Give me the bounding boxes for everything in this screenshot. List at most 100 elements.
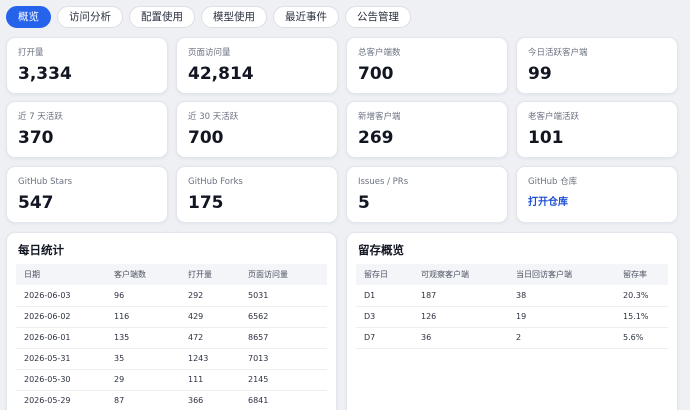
table-row: D3 126 19 15.1% bbox=[356, 306, 668, 328]
stat-value: 269 bbox=[358, 128, 394, 148]
stat-label: 老客户端活跃 bbox=[528, 112, 580, 122]
panel-title: 每日统计 bbox=[18, 243, 64, 257]
stat-value: 700 bbox=[358, 64, 394, 84]
table-cell: 20.3% bbox=[615, 285, 668, 307]
table-cell: 126 bbox=[413, 306, 508, 328]
table-cell: 2 bbox=[508, 327, 615, 349]
stat-card-issues-prs: Issues / PRs 5 bbox=[346, 166, 508, 223]
stat-label: 近 7 天活跃 bbox=[18, 112, 63, 122]
table-row: 2026-06-01 135 472 8657 bbox=[16, 327, 327, 349]
column-header: 当日回访客户端 bbox=[508, 264, 615, 285]
table-header-row: 日期 客户端数 打开量 页面访问量 bbox=[16, 264, 327, 285]
tab-model-usage[interactable]: 模型使用 bbox=[201, 6, 267, 28]
table-cell: 7013 bbox=[240, 348, 327, 370]
column-header: 页面访问量 bbox=[240, 264, 327, 285]
table-cell: 8657 bbox=[240, 327, 327, 349]
stat-label: 页面访问量 bbox=[188, 48, 231, 58]
table-row: 2026-06-03 96 292 5031 bbox=[16, 285, 327, 307]
table-cell: 6562 bbox=[240, 306, 327, 328]
table-cell: 5031 bbox=[240, 285, 327, 307]
stat-label: Issues / PRs bbox=[358, 177, 409, 187]
stat-label: 打开量 bbox=[18, 48, 44, 58]
table-cell: 366 bbox=[180, 390, 240, 410]
stat-card-opens: 打开量 3,334 bbox=[6, 37, 168, 94]
table-header-row: 留存日 可观察客户端 当日回访客户端 留存率 bbox=[356, 264, 668, 285]
stat-value: 547 bbox=[18, 193, 54, 213]
stat-label: 今日活跃客户端 bbox=[528, 48, 588, 58]
table-cell: 2026-05-29 bbox=[16, 390, 106, 410]
stat-label: 总客户端数 bbox=[358, 48, 401, 58]
table-cell: 36 bbox=[413, 327, 508, 349]
stat-card-new-clients: 新增客户端 269 bbox=[346, 101, 508, 158]
table-row: 2026-06-02 116 429 6562 bbox=[16, 306, 327, 328]
table-row: 2026-05-31 35 1243 7013 bbox=[16, 348, 327, 370]
stat-value: 42,814 bbox=[188, 64, 254, 84]
table-cell: 38 bbox=[508, 285, 615, 307]
column-header: 客户端数 bbox=[106, 264, 180, 285]
table-cell: 15.1% bbox=[615, 306, 668, 328]
panel-title: 留存概览 bbox=[358, 243, 404, 257]
stat-card-github-forks: GitHub Forks 175 bbox=[176, 166, 338, 223]
table-cell: 35 bbox=[106, 348, 180, 370]
stat-card-returning-active: 老客户端活跃 101 bbox=[516, 101, 678, 158]
table-cell: 2026-06-02 bbox=[16, 306, 106, 328]
daily-stats-panel: 每日统计 日期 客户端数 打开量 页面访问量 2026-06-03 96 292… bbox=[6, 232, 337, 410]
column-header: 日期 bbox=[16, 264, 106, 285]
table-row: 2026-05-29 87 366 6841 bbox=[16, 390, 327, 410]
stat-card-page-views: 页面访问量 42,814 bbox=[176, 37, 338, 94]
table-cell: 187 bbox=[413, 285, 508, 307]
table-cell: 472 bbox=[180, 327, 240, 349]
table-row: D1 187 38 20.3% bbox=[356, 285, 668, 307]
stat-card-30d-active: 近 30 天活跃 700 bbox=[176, 101, 338, 158]
tab-recent-events[interactable]: 最近事件 bbox=[273, 6, 339, 28]
table-cell: 6841 bbox=[240, 390, 327, 410]
table-cell: 2026-06-03 bbox=[16, 285, 106, 307]
stat-card-github-repo: GitHub 仓库 打开仓库 bbox=[516, 166, 678, 223]
stat-label: GitHub Stars bbox=[18, 177, 73, 187]
table-cell: 111 bbox=[180, 369, 240, 391]
table-cell: 2026-05-31 bbox=[16, 348, 106, 370]
table-cell: 2145 bbox=[240, 369, 327, 391]
tab-config-usage[interactable]: 配置使用 bbox=[129, 6, 195, 28]
stat-value: 3,334 bbox=[18, 64, 72, 84]
stat-value: 5 bbox=[358, 193, 370, 213]
stat-card-7d-active: 近 7 天活跃 370 bbox=[6, 101, 168, 158]
daily-stats-table: 日期 客户端数 打开量 页面访问量 2026-06-03 96 292 5031… bbox=[16, 264, 327, 410]
table-cell: 292 bbox=[180, 285, 240, 307]
table-cell: D1 bbox=[356, 285, 413, 307]
table-cell: 19 bbox=[508, 306, 615, 328]
column-header: 可观察客户端 bbox=[413, 264, 508, 285]
table-cell: 96 bbox=[106, 285, 180, 307]
stat-label: 近 30 天活跃 bbox=[188, 112, 239, 122]
stat-value: 175 bbox=[188, 193, 224, 213]
stat-card-github-stars: GitHub Stars 547 bbox=[6, 166, 168, 223]
table-cell: 116 bbox=[106, 306, 180, 328]
table-row: D7 36 2 5.6% bbox=[356, 327, 668, 349]
open-repo-link[interactable]: 打开仓库 bbox=[528, 197, 666, 209]
table-cell: 87 bbox=[106, 390, 180, 410]
tab-announcements[interactable]: 公告管理 bbox=[345, 6, 411, 28]
stat-value: 101 bbox=[528, 128, 564, 148]
column-header: 留存率 bbox=[615, 264, 668, 285]
stat-card-today-active: 今日活跃客户端 99 bbox=[516, 37, 678, 94]
tab-bar: 概览 访问分析 配置使用 模型使用 最近事件 公告管理 bbox=[6, 6, 411, 28]
table-cell: 29 bbox=[106, 369, 180, 391]
table-cell: D7 bbox=[356, 327, 413, 349]
table-cell: D3 bbox=[356, 306, 413, 328]
stat-card-total-clients: 总客户端数 700 bbox=[346, 37, 508, 94]
tab-access-analysis[interactable]: 访问分析 bbox=[57, 6, 123, 28]
table-cell: 429 bbox=[180, 306, 240, 328]
stat-label: GitHub Forks bbox=[188, 177, 243, 187]
column-header: 打开量 bbox=[180, 264, 240, 285]
stat-label: 新增客户端 bbox=[358, 112, 401, 122]
table-cell: 1243 bbox=[180, 348, 240, 370]
stat-value: 99 bbox=[528, 64, 552, 84]
table-cell: 5.6% bbox=[615, 327, 668, 349]
retention-table: 留存日 可观察客户端 当日回访客户端 留存率 D1 187 38 20.3% D… bbox=[356, 264, 668, 349]
table-cell: 2026-06-01 bbox=[16, 327, 106, 349]
stat-value: 700 bbox=[188, 128, 224, 148]
stat-label: GitHub 仓库 bbox=[528, 177, 578, 187]
table-cell: 2026-05-30 bbox=[16, 369, 106, 391]
stat-value: 370 bbox=[18, 128, 54, 148]
tab-overview[interactable]: 概览 bbox=[6, 6, 51, 28]
